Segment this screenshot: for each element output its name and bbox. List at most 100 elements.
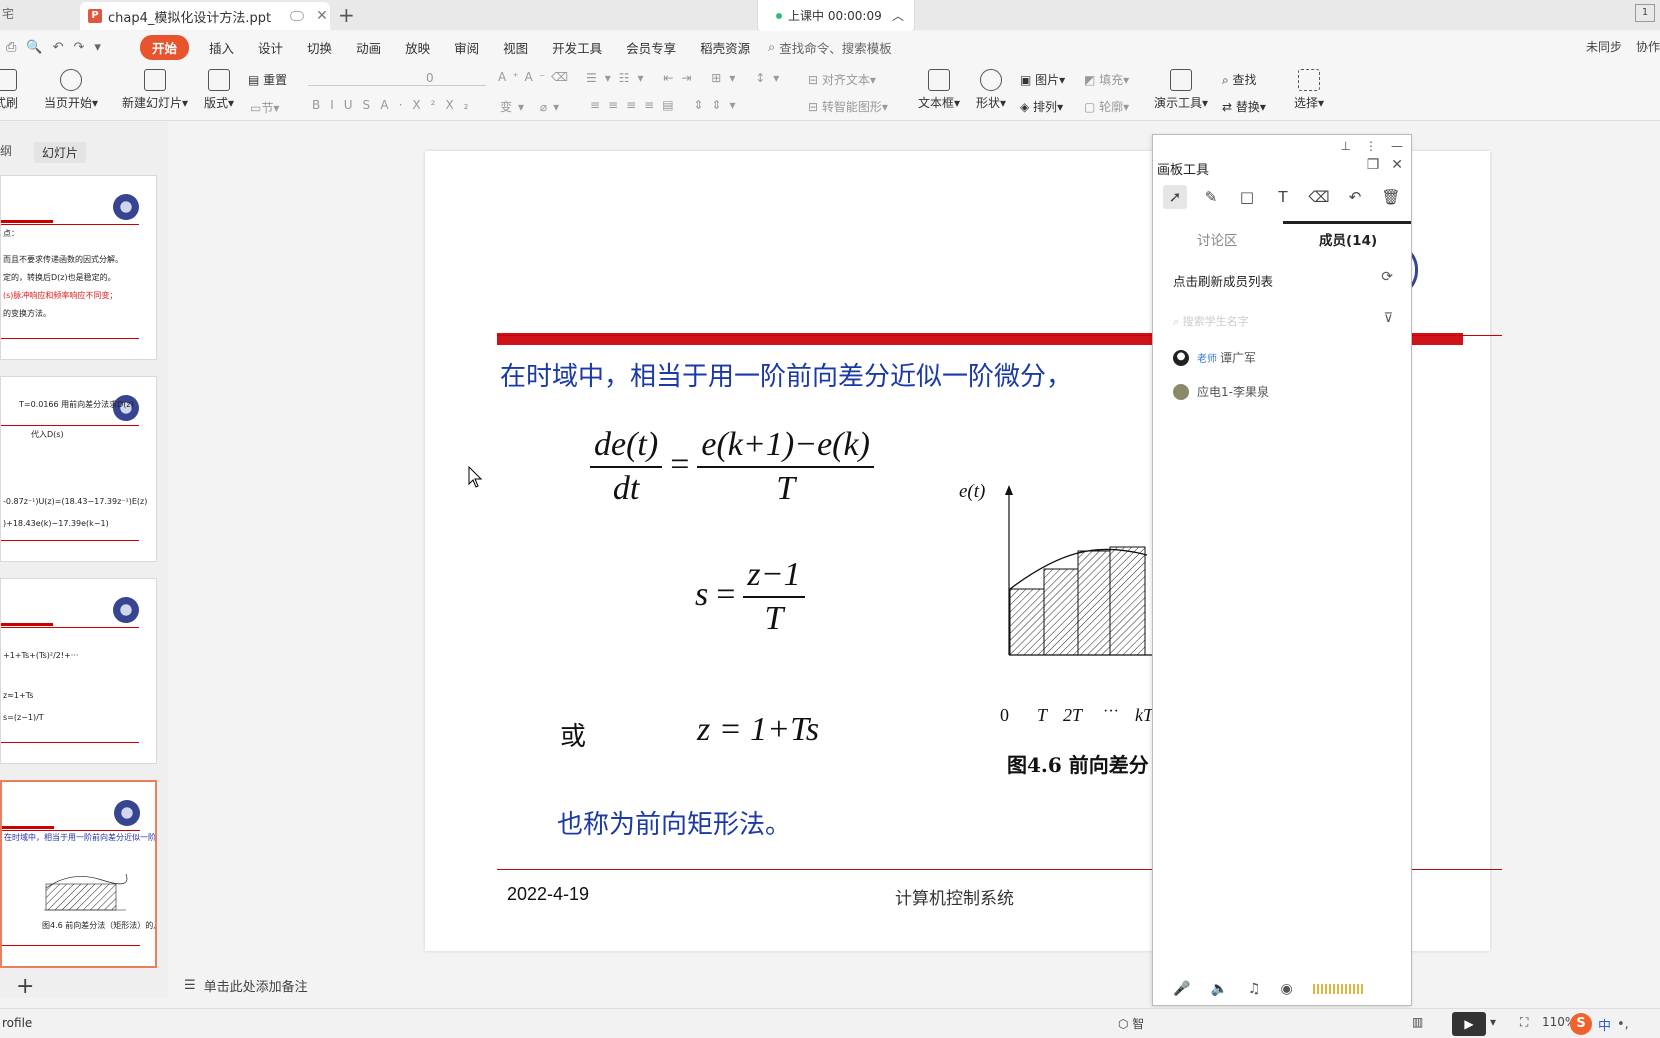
pointer-tool-icon[interactable]: ➚	[1163, 185, 1187, 209]
reading-view-icon[interactable]: ▥	[1412, 1015, 1423, 1029]
avatar	[1173, 383, 1189, 400]
figure-tick-0: 0	[1000, 705, 1009, 725]
menu-view[interactable]: 视图	[491, 38, 540, 57]
notes-bar[interactable]: ☰ 单击此处添加备注	[184, 976, 308, 995]
align-text-button[interactable]: ⊟ 对齐文本▾	[808, 71, 876, 88]
font-grow-shrink[interactable]: A⁺A⁻⌫	[498, 70, 574, 84]
slide-thumbnail-1[interactable]: 点： 而且不要求传递函数的因式分解。 定的，转换后D(z)也是稳定的。 (s)脉…	[0, 175, 157, 360]
quick-access-dropdown-icon[interactable]: ▾	[94, 40, 101, 55]
slide-thumbnail-4-selected[interactable]: 在时域中，相当于用一阶前向差分近似一阶微分，即 图4.6 前向差分法（矩形法）的…	[0, 780, 157, 968]
redo-icon[interactable]: ↷	[74, 40, 85, 55]
member-row[interactable]: 老师 谭广军	[1173, 349, 1256, 366]
filter-icon[interactable]: ⊽	[1383, 311, 1393, 326]
menu-developer[interactable]: 开发工具	[540, 38, 614, 57]
fit-window-icon[interactable]: ⛶	[1520, 1015, 1528, 1030]
find-button[interactable]: ⌕ 查找	[1222, 71, 1257, 88]
member-search-input[interactable]: ⌕ 搜索学生名字	[1173, 313, 1383, 329]
shape-button[interactable]: 形状▾	[976, 69, 1006, 111]
menu-review[interactable]: 审阅	[442, 38, 491, 57]
chevron-up-icon[interactable]: ︿	[892, 7, 904, 24]
tab-slides[interactable]: 幻灯片	[34, 142, 87, 163]
more-icon[interactable]: ⋮	[1365, 139, 1377, 153]
pin-icon[interactable]: ⊥	[1341, 139, 1351, 153]
board-bottom-controls: 🎤 🔈 ♫ ◉	[1173, 981, 1363, 997]
command-search[interactable]: ⌕ 查找命令、搜索模板	[768, 38, 892, 57]
menu-slideshow[interactable]: 放映	[393, 38, 442, 57]
rectangle-tool-icon[interactable]: □	[1235, 185, 1259, 209]
menu-animation[interactable]: 动画	[344, 38, 393, 57]
print-preview-icon[interactable]: 🔍	[26, 40, 42, 55]
sync-status[interactable]: 未同步	[1586, 38, 1622, 55]
minimize-icon[interactable]: —	[1391, 139, 1403, 153]
smart-beautify-button[interactable]: ⬡ 智	[1118, 1015, 1144, 1032]
previous-tab[interactable]: 宅	[0, 0, 78, 30]
new-slide-button[interactable]: 新建幻灯片▾	[122, 69, 188, 111]
font-name-select[interactable]	[308, 71, 428, 86]
title-bar: 宅 P chap4_模拟化设计方法.ppt ✕ + 上课中 00:00:09 ︿…	[0, 0, 1660, 32]
phonetic-highlight[interactable]: 变▾ ⌀▾	[500, 98, 565, 115]
restore-icon[interactable]: ❐	[1367, 157, 1380, 173]
play-dropdown-icon[interactable]: ▾	[1490, 1015, 1496, 1029]
tab-discussion[interactable]: 讨论区	[1197, 229, 1238, 249]
trash-tool-icon[interactable]: 🗑	[1379, 185, 1403, 209]
layout-button[interactable]: 版式▾	[204, 69, 234, 111]
menu-resources[interactable]: 稻壳资源	[688, 38, 762, 57]
play-slideshow-button[interactable]: ▶	[1452, 1012, 1486, 1036]
document-tab[interactable]: P chap4_模拟化设计方法.ppt ✕	[80, 2, 330, 30]
list-buttons[interactable]: ☰▾☷▾ ⇤⇥ ⊞▾ ↕▾	[586, 71, 787, 85]
pen-tool-icon[interactable]: ✎	[1199, 185, 1223, 209]
figure-tick-dots: ···	[1103, 703, 1119, 720]
present-tool-button[interactable]: 演示工具▾	[1154, 69, 1208, 111]
outline-button[interactable]: ▢ 轮廓▾	[1084, 98, 1129, 115]
close-tab-icon[interactable]: ✕	[314, 8, 330, 24]
presentation-icon	[1170, 69, 1193, 91]
input-method-indicator[interactable]: S 中 •,	[1570, 1011, 1660, 1037]
menu-member[interactable]: 会员专享	[614, 38, 688, 57]
fill-button[interactable]: ◩ 填充▾	[1084, 71, 1129, 88]
window-badge[interactable]: 1	[1635, 4, 1655, 22]
new-tab-button[interactable]: +	[338, 2, 355, 28]
menu-bar: ⎙ 🔍 ↶ ↷ ▾ 开始 插入 设计 切换 动画 放映 审阅 视图 开发工具 会…	[0, 31, 1660, 63]
university-logo	[113, 194, 139, 220]
play-current-button[interactable]: 当页开始▾	[44, 69, 98, 111]
refresh-members-link[interactable]: 点击刷新成员列表	[1173, 271, 1273, 290]
profile-label[interactable]: rofile	[2, 1016, 32, 1030]
menu-insert[interactable]: 插入	[197, 38, 246, 57]
member-row[interactable]: 应电1-李果泉	[1173, 383, 1269, 400]
tab-members[interactable]: 成员(14)	[1319, 229, 1377, 249]
picture-button[interactable]: ▣ 图片▾	[1020, 71, 1065, 88]
replace-button[interactable]: ⇄ 替换▾	[1222, 98, 1266, 115]
cloud-icon[interactable]	[290, 11, 304, 21]
menu-home[interactable]: 开始	[140, 34, 190, 60]
class-status-pill[interactable]: 上课中 00:00:09 ︿	[757, 0, 915, 32]
refresh-icon[interactable]: ⟳	[1381, 269, 1393, 285]
align-buttons[interactable]: ≡≡≡≡▤ ⇕⇕▾	[590, 98, 744, 112]
reset-button[interactable]: ▤ 重置	[248, 71, 287, 88]
collaborate-button[interactable]: 协作	[1636, 38, 1660, 55]
font-size-select[interactable]: 0	[426, 71, 486, 86]
convert-smartart-button[interactable]: ⊟ 转智能图形▾	[808, 98, 888, 115]
eraser-tool-icon[interactable]: ⌫	[1307, 185, 1331, 209]
ime-settings-icon: •,	[1617, 1016, 1629, 1032]
menu-design[interactable]: 设计	[246, 38, 295, 57]
location-icon[interactable]: ◉	[1280, 981, 1292, 997]
text-tool-icon[interactable]: T	[1271, 185, 1295, 209]
undo-icon[interactable]: ↶	[53, 40, 64, 55]
slide-thumbnail-3[interactable]: +1+Ts+(Ts)²/2!+··· z≈1+Ts s=(z−1)/T	[0, 578, 157, 764]
music-icon[interactable]: ♫	[1248, 981, 1261, 997]
section-button[interactable]: ▭节▾	[250, 99, 279, 116]
microphone-icon[interactable]: 🎤	[1173, 981, 1190, 997]
print-icon[interactable]: ⎙	[6, 40, 16, 55]
close-icon[interactable]: ✕	[1391, 157, 1403, 173]
arrange-button[interactable]: ◈ 排列▾	[1020, 98, 1063, 115]
text-style-buttons[interactable]: BIUSA·X²X₂	[312, 98, 478, 112]
textbox-button[interactable]: 文本框▾	[918, 69, 960, 111]
select-button[interactable]: 选择▾	[1294, 69, 1324, 111]
format-painter-button[interactable]: 式刷	[0, 69, 18, 111]
slide-thumbnail-2[interactable]: T=0.0166 用前向差分法求D(z) 代入D(s) -0.87z⁻¹)U(z…	[0, 376, 157, 562]
undo-tool-icon[interactable]: ↶	[1343, 185, 1367, 209]
speaker-icon[interactable]: 🔈	[1210, 981, 1227, 997]
add-slide-button[interactable]: +	[16, 974, 34, 999]
tab-outline[interactable]: 纲	[0, 142, 12, 163]
menu-transition[interactable]: 切换	[295, 38, 344, 57]
